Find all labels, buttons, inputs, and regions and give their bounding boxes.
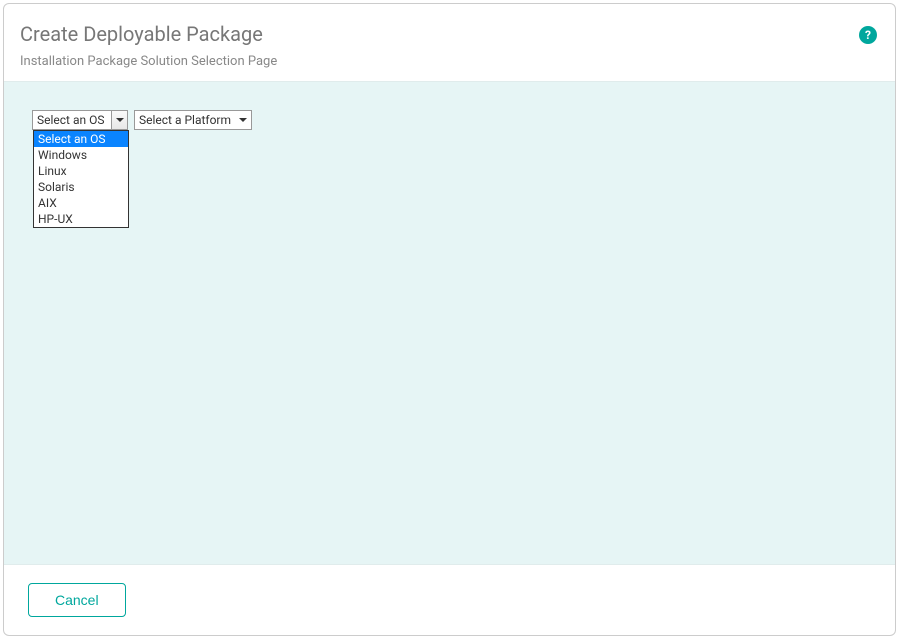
os-option-hpux[interactable]: HP-UX — [34, 211, 128, 227]
help-icon[interactable]: ? — [859, 26, 877, 44]
platform-select-label: Select a Platform — [135, 113, 235, 127]
content-area: Select an OS Select an OS Windows Linux … — [4, 81, 895, 565]
os-option-aix[interactable]: AIX — [34, 195, 128, 211]
dropdown-arrow-button[interactable] — [111, 111, 127, 129]
chevron-down-icon — [239, 118, 247, 122]
os-option-solaris[interactable]: Solaris — [34, 179, 128, 195]
os-option-select[interactable]: Select an OS — [34, 131, 128, 147]
cancel-button[interactable]: Cancel — [28, 583, 126, 617]
modal-title: Create Deployable Package — [20, 22, 875, 46]
modal-header: Create Deployable Package Installation P… — [4, 4, 895, 81]
os-option-linux[interactable]: Linux — [34, 163, 128, 179]
chevron-down-icon — [116, 118, 124, 122]
os-dropdown: Select an OS Windows Linux Solaris AIX H… — [33, 130, 129, 228]
modal-footer: Cancel — [4, 565, 895, 635]
os-select[interactable]: Select an OS Select an OS Windows Linux … — [32, 110, 128, 130]
create-package-modal: Create Deployable Package Installation P… — [3, 3, 896, 636]
os-select-label: Select an OS — [33, 113, 111, 127]
dropdown-arrow — [235, 118, 251, 122]
os-option-windows[interactable]: Windows — [34, 147, 128, 163]
modal-subtitle: Installation Package Solution Selection … — [20, 54, 875, 69]
select-row: Select an OS Select an OS Windows Linux … — [32, 110, 867, 130]
platform-select[interactable]: Select a Platform — [134, 110, 252, 130]
